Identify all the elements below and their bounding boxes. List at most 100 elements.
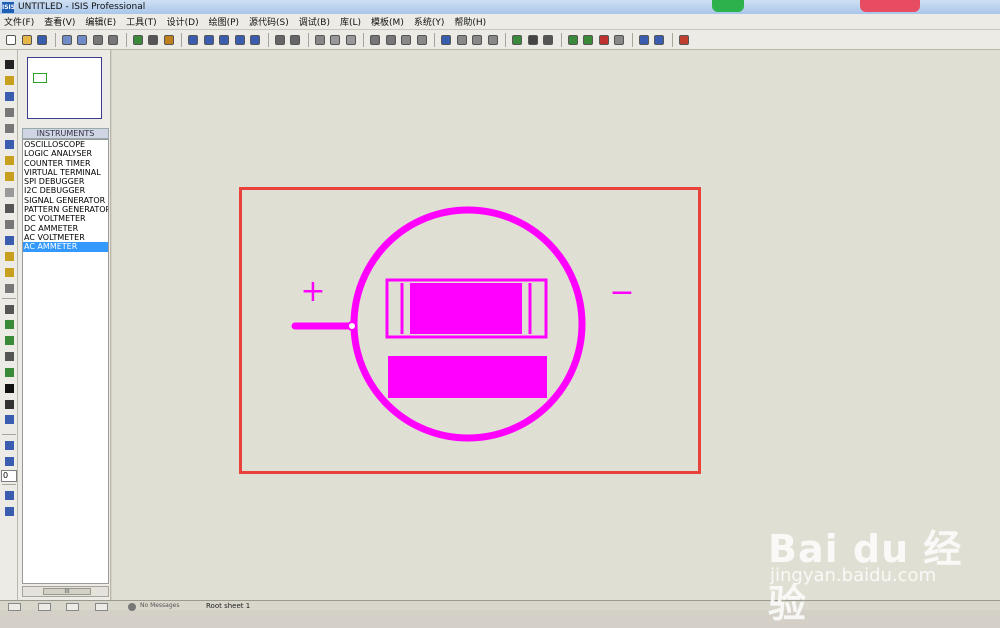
tape-recorder-button[interactable]	[2, 218, 16, 231]
open-file-button[interactable]	[20, 33, 34, 47]
zoom-area-button[interactable]	[248, 33, 262, 47]
menu-item[interactable]: 系统(Y)	[414, 15, 445, 28]
isis-window: ISIS UNTITLED - ISIS Professional 文件(F) 查…	[0, 0, 1000, 626]
exit-parent-button[interactable]	[612, 33, 626, 47]
marker-2d-button[interactable]	[2, 413, 16, 426]
device-list-item[interactable]: DC AMMETER	[23, 224, 108, 233]
wire-autoroute-button[interactable]	[510, 33, 524, 47]
pack-device-button[interactable]	[470, 33, 484, 47]
new-sheet-button[interactable]	[566, 33, 580, 47]
meter-scale-block	[388, 356, 547, 398]
print-button[interactable]	[91, 33, 105, 47]
junction-dot-icon	[4, 92, 14, 101]
device-pins-button[interactable]	[2, 186, 16, 199]
text-2d-button[interactable]	[2, 382, 16, 395]
device-list-item[interactable]: DC VOLTMETER	[23, 214, 108, 223]
path-2d-button[interactable]	[2, 366, 16, 379]
circle-2d-button[interactable]	[2, 334, 16, 347]
component-mode-button[interactable]	[2, 74, 16, 87]
virtual-instruments-button[interactable]	[2, 282, 16, 295]
mirror-x-icon	[4, 491, 14, 500]
make-device-button[interactable]	[455, 33, 469, 47]
bus-mode-button[interactable]	[2, 138, 16, 151]
menu-item[interactable]: 编辑(E)	[85, 15, 116, 28]
device-list-item[interactable]: COUNTER TIMER	[23, 159, 108, 168]
import-section-button[interactable]	[60, 33, 74, 47]
mirror-x-button[interactable]	[2, 489, 16, 502]
rotate-cw-button[interactable]	[2, 439, 16, 452]
menu-item[interactable]: 帮助(H)	[454, 15, 486, 28]
component-mode-icon	[4, 76, 14, 85]
graph-mode-button[interactable]	[2, 202, 16, 215]
line-2d-button[interactable]	[2, 303, 16, 316]
device-list-item[interactable]: SIGNAL GENERATOR	[23, 196, 108, 205]
redo-button[interactable]	[288, 33, 302, 47]
menu-item[interactable]: 文件(F)	[4, 15, 34, 28]
menu-item[interactable]: 模板(M)	[371, 15, 404, 28]
current-probe-button[interactable]	[2, 266, 16, 279]
menu-item[interactable]: 调试(B)	[299, 15, 330, 28]
menu-item[interactable]: 库(L)	[340, 15, 361, 28]
junction-dot-button[interactable]	[2, 90, 16, 103]
device-list-item[interactable]: LOGIC ANALYSER	[23, 149, 108, 158]
mirror-y-button[interactable]	[2, 505, 16, 518]
menu-item[interactable]: 源代码(S)	[249, 15, 289, 28]
plus-terminal-label: +	[300, 274, 325, 309]
copy-button[interactable]	[328, 33, 342, 47]
search-tag-button[interactable]	[526, 33, 540, 47]
paste-button[interactable]	[344, 33, 358, 47]
text-script-button[interactable]	[2, 122, 16, 135]
export-section-button[interactable]	[75, 33, 89, 47]
device-list-hscrollbar[interactable]: III	[22, 586, 109, 597]
rotation-angle-input[interactable]: 0	[1, 470, 17, 482]
menu-item[interactable]: 绘图(P)	[209, 15, 239, 28]
device-list-item[interactable]: OSCILLOSCOPE	[23, 140, 108, 149]
cut-button[interactable]	[313, 33, 327, 47]
overview-window[interactable]	[27, 57, 102, 119]
block-move-button[interactable]	[384, 33, 398, 47]
generator-button[interactable]	[2, 234, 16, 247]
bom-button[interactable]	[637, 33, 651, 47]
selection-mode-button[interactable]	[2, 58, 16, 71]
menu-item[interactable]: 设计(D)	[167, 15, 199, 28]
menu-item[interactable]: 查看(V)	[44, 15, 75, 28]
origin-button[interactable]	[162, 33, 176, 47]
block-copy-button[interactable]	[368, 33, 382, 47]
erc-button[interactable]	[652, 33, 666, 47]
add-sheet-button[interactable]	[581, 33, 595, 47]
new-file-button[interactable]	[4, 33, 18, 47]
block-rotate-button[interactable]	[399, 33, 413, 47]
zoom-all-button[interactable]	[233, 33, 247, 47]
pick-device-button[interactable]	[439, 33, 453, 47]
voltage-probe-button[interactable]	[2, 250, 16, 263]
block-delete-button[interactable]	[415, 33, 429, 47]
property-tool-button[interactable]	[541, 33, 555, 47]
menu-item[interactable]: 工具(T)	[126, 15, 157, 28]
device-list-item[interactable]: AC VOLTMETER	[23, 233, 108, 242]
device-list-item[interactable]: PATTERN GENERATOR	[23, 205, 108, 214]
grid-button[interactable]	[146, 33, 160, 47]
remove-sheet-button[interactable]	[597, 33, 611, 47]
rotate-ccw-button[interactable]	[2, 455, 16, 468]
refresh-button[interactable]	[131, 33, 145, 47]
device-list-item[interactable]: VIRTUAL TERMINAL	[23, 168, 108, 177]
subcircuit-button[interactable]	[2, 154, 16, 167]
decompose-button[interactable]	[486, 33, 500, 47]
undo-button[interactable]	[273, 33, 287, 47]
zoom-in-button[interactable]	[202, 33, 216, 47]
zoom-out-button[interactable]	[217, 33, 231, 47]
pan-button[interactable]	[186, 33, 200, 47]
scroll-thumb[interactable]: III	[43, 588, 91, 595]
wire-label-button[interactable]	[2, 106, 16, 119]
terminals-button[interactable]	[2, 170, 16, 183]
box-2d-button[interactable]	[2, 318, 16, 331]
ares-netlist-button[interactable]	[677, 33, 691, 47]
save-file-button[interactable]	[35, 33, 49, 47]
device-list-item[interactable]: SPI DEBUGGER	[23, 177, 108, 186]
print-area-button[interactable]	[106, 33, 120, 47]
symbol-2d-button[interactable]	[2, 398, 16, 411]
device-list-item[interactable]: I2C DEBUGGER	[23, 186, 108, 195]
arc-2d-button[interactable]	[2, 350, 16, 363]
toolbar-separator	[54, 32, 56, 47]
device-list-item[interactable]: AC AMMETER	[23, 242, 108, 252]
